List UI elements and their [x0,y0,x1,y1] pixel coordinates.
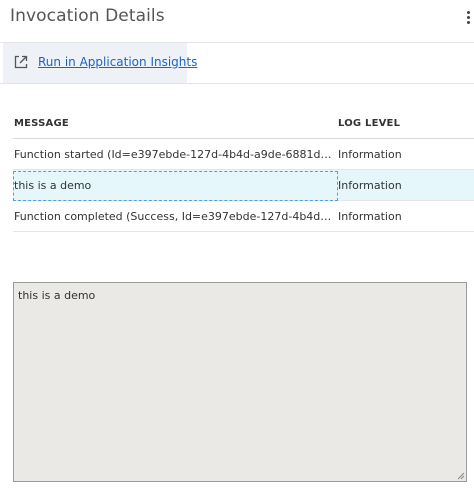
run-in-application-insights-button[interactable]: Run in Application Insights [3,43,197,83]
toolbar: Run in Application Insights [0,43,474,84]
message-detail-textarea[interactable]: this is a demo [13,282,467,482]
resize-grip-icon[interactable] [457,472,465,480]
external-link-icon [14,55,28,69]
table-row[interactable]: Function completed (Success, Id=e397ebde… [13,201,474,232]
table-header: MESSAGE LOG LEVEL [13,108,474,139]
invocation-details-panel: Invocation Details Run in Application In… [0,0,474,500]
table-row-selected[interactable]: this is a demo Information [13,170,474,201]
run-in-application-insights-link[interactable]: Run in Application Insights [38,55,197,69]
column-header-message[interactable]: MESSAGE [14,118,69,129]
log-level-cell: Information [338,179,402,192]
column-header-log-level[interactable]: LOG LEVEL [338,118,400,129]
log-level-cell: Information [338,210,402,223]
table-row[interactable]: Function started (Id=e397ebde-127d-4b4d-… [13,139,474,170]
more-vertical-icon[interactable] [466,11,472,25]
page-title: Invocation Details [10,6,165,26]
message-cell: this is a demo [14,179,92,192]
message-detail-text: this is a demo [18,289,96,302]
message-cell: Function completed (Success, Id=e397ebde… [14,210,332,223]
panel-header: Invocation Details [0,0,474,43]
message-cell: Function started (Id=e397ebde-127d-4b4d-… [14,148,332,161]
log-level-cell: Information [338,148,402,161]
log-table: MESSAGE LOG LEVEL Function started (Id=e… [13,108,474,232]
